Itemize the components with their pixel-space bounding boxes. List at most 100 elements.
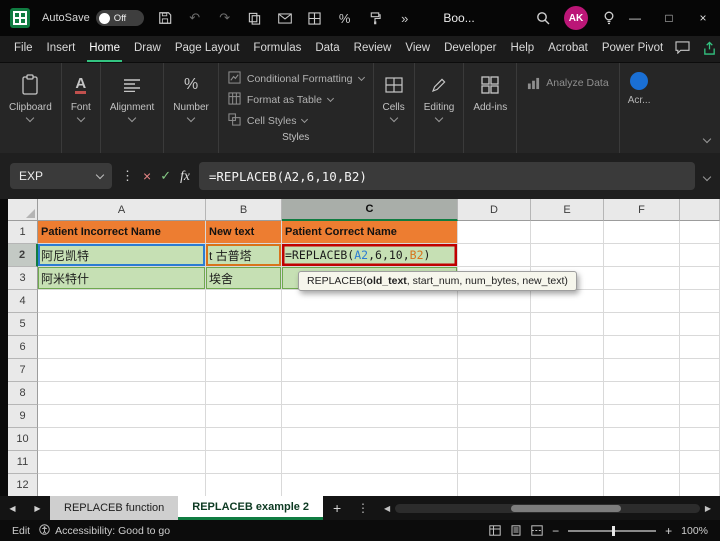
empty-cell[interactable] [531,405,604,428]
col-header-b[interactable]: B [206,199,282,221]
empty-cell[interactable] [531,313,604,336]
menu-power-pivot[interactable]: Power Pivot [600,36,665,62]
normal-view-icon[interactable] [489,525,501,536]
empty-cell[interactable] [604,382,680,405]
empty-cell[interactable] [282,474,458,496]
cell-f2[interactable] [604,244,680,267]
page-layout-view-icon[interactable] [510,525,522,536]
empty-cell[interactable] [604,405,680,428]
group-font[interactable]: A Font [62,63,101,153]
row-header-6[interactable]: 6 [8,336,38,359]
document-title[interactable]: Boo... [443,11,474,25]
empty-cell[interactable] [282,382,458,405]
empty-cell[interactable] [531,359,604,382]
next-sheet-icon[interactable]: ▶ [25,496,50,520]
cell-a2[interactable]: 阿尼凯特 [38,244,206,267]
menu-home[interactable]: Home [87,36,122,62]
cell-b2[interactable]: t 古普塔 [206,244,282,267]
menu-file[interactable]: File [12,36,35,62]
row-header-1[interactable]: 1 [8,221,38,244]
row-header-3[interactable]: 3 [8,267,38,290]
cell-c1[interactable]: Patient Correct Name [282,221,458,244]
cell-a1[interactable]: Patient Incorrect Name [38,221,206,244]
zoom-out-button[interactable]: − [552,524,559,538]
scrollbar-thumb[interactable] [511,505,621,512]
empty-cell[interactable] [38,290,206,313]
empty-cell[interactable] [206,382,282,405]
cell-b1[interactable]: New text [206,221,282,244]
menu-help[interactable]: Help [509,36,537,62]
sheet-tab-replaceb-example-2[interactable]: REPLACEB example 2 [178,496,323,520]
group-alignment[interactable]: Alignment [101,63,164,153]
empty-cell[interactable] [604,474,680,496]
col-header-a[interactable]: A [38,199,206,221]
group-cells[interactable]: Cells [374,63,415,153]
zoom-slider-thumb[interactable] [612,526,615,536]
empty-cell[interactable] [604,290,680,313]
empty-cell[interactable] [531,290,604,313]
empty-cell[interactable] [531,382,604,405]
menu-view[interactable]: View [403,36,432,62]
empty-cell[interactable] [38,428,206,451]
menu-data[interactable]: Data [313,36,341,62]
cancel-entry-icon[interactable]: × [143,168,151,184]
empty-cell[interactable] [604,336,680,359]
copy-icon[interactable] [246,9,264,27]
cell-f1[interactable] [604,221,680,244]
group-add-ins[interactable]: Add-ins [464,63,517,153]
empty-cell[interactable] [206,474,282,496]
page-break-view-icon[interactable] [531,525,543,536]
cell-styles-button[interactable]: Cell Styles [228,110,364,131]
empty-cell[interactable] [206,290,282,313]
empty-cell[interactable] [458,359,531,382]
menu-draw[interactable]: Draw [132,36,163,62]
col-header-f[interactable]: F [604,199,680,221]
empty-cell[interactable] [206,313,282,336]
cell-e1[interactable] [531,221,604,244]
autosave-toggle[interactable]: AutoSave Off [42,10,144,26]
quick-access-overflow-icon[interactable]: » [396,9,414,27]
new-sheet-button[interactable]: + [323,496,351,520]
accessibility-status[interactable]: Accessibility: Good to go [39,524,170,538]
mail-icon[interactable] [276,9,294,27]
row-header-7[interactable]: 7 [8,359,38,382]
empty-cell[interactable] [604,359,680,382]
empty-cell[interactable] [282,428,458,451]
formula-input[interactable]: =REPLACEB(A2,6,10,B2) [199,162,695,190]
empty-cell[interactable] [458,474,531,496]
cell-e2[interactable] [531,244,604,267]
save-icon[interactable] [156,9,174,27]
col-header-d[interactable]: D [458,199,531,221]
lightbulb-icon[interactable] [600,9,618,27]
empty-cell[interactable] [38,382,206,405]
scroll-left-icon[interactable]: ◀ [384,504,390,513]
menu-formulas[interactable]: Formulas [251,36,303,62]
sheet-options-dots-icon[interactable]: ⋮ [351,496,375,520]
col-header-c[interactable]: C [282,199,458,221]
scrollbar-track[interactable] [395,504,700,513]
horizontal-scrollbar[interactable]: ◀ ▶ [375,496,720,520]
empty-cell[interactable] [282,336,458,359]
cell-b3[interactable]: 埃舍 [206,267,282,290]
empty-cell[interactable] [604,428,680,451]
analyze-data-button[interactable]: Analyze Data [517,63,619,153]
empty-cell[interactable] [531,428,604,451]
row-header-5[interactable]: 5 [8,313,38,336]
empty-cell[interactable] [604,451,680,474]
row-header-10[interactable]: 10 [8,428,38,451]
menu-insert[interactable]: Insert [45,36,78,62]
minimize-button[interactable]: — [618,0,652,36]
empty-cell[interactable] [206,336,282,359]
empty-cell[interactable] [531,336,604,359]
empty-cell[interactable] [458,428,531,451]
maximize-button[interactable]: □ [652,0,686,36]
undo-icon[interactable]: ↶ [186,9,204,27]
confirm-entry-icon[interactable]: ✓ [160,168,171,184]
conditional-formatting-button[interactable]: Conditional Formatting [228,68,364,89]
col-header-e[interactable]: E [531,199,604,221]
empty-cell[interactable] [282,290,458,313]
zoom-slider[interactable] [568,530,656,532]
empty-cell[interactable] [458,336,531,359]
prev-sheet-icon[interactable]: ◀ [0,496,25,520]
menu-developer[interactable]: Developer [442,36,498,62]
